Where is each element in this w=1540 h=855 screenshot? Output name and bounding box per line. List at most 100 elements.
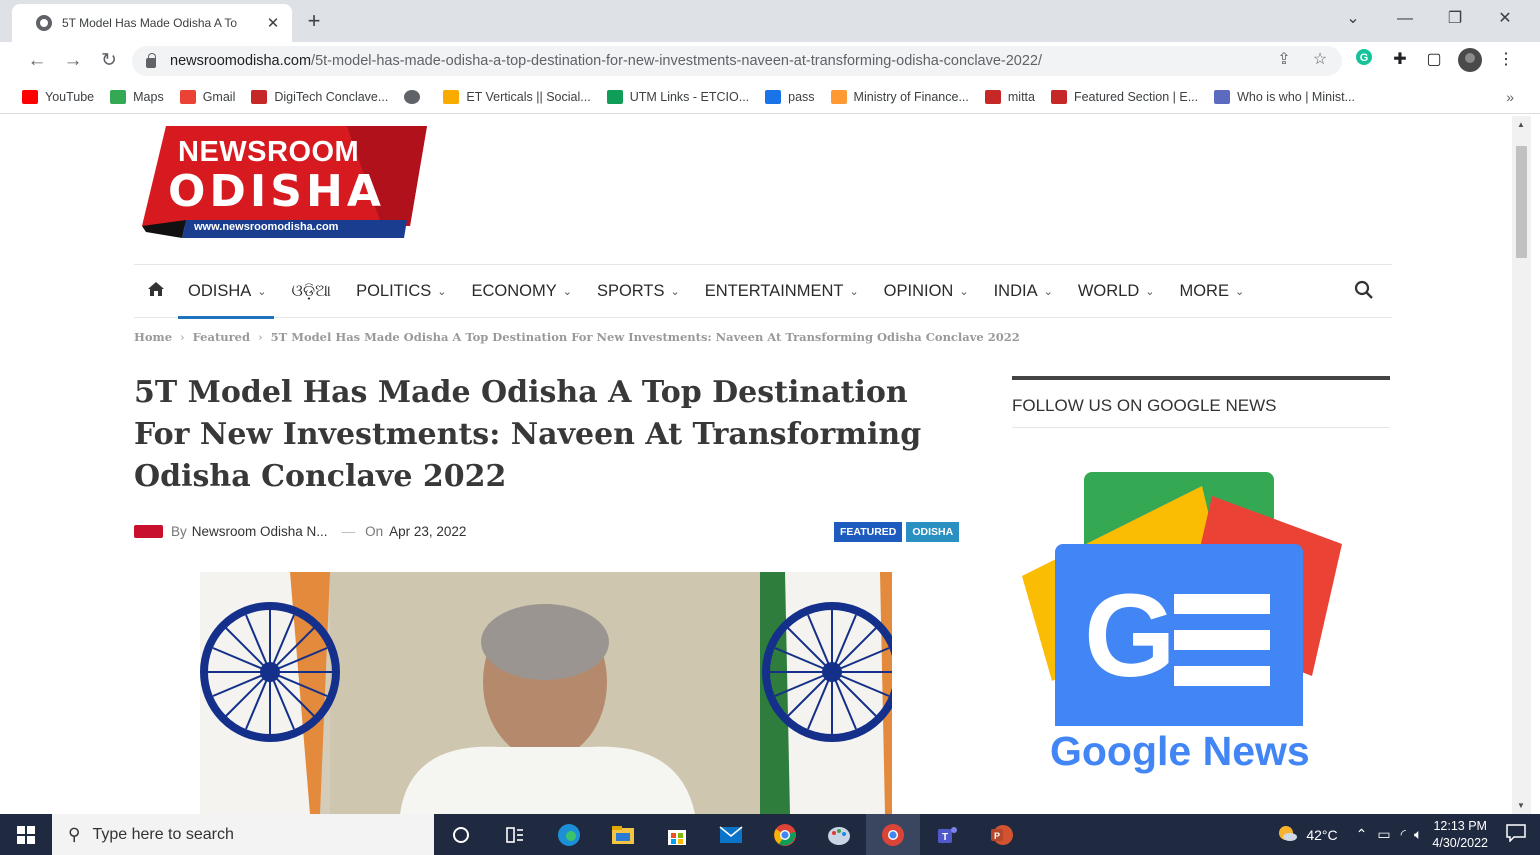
chevron-down-icon: ⌄ [959, 285, 969, 298]
close-window-button[interactable]: ✕ [1482, 0, 1528, 38]
side-panel-icon[interactable]: ▢ [1422, 48, 1446, 72]
bookmark-item[interactable]: Who is who | Minist... [1214, 89, 1355, 104]
show-hidden-icons-chevron-icon[interactable]: ⌃ [1356, 826, 1368, 843]
bookmark-item[interactable]: mitta [984, 89, 1035, 104]
bookmark-favicon-icon [765, 89, 782, 104]
bookmark-item[interactable]: UTM Links - ETCIO... [606, 89, 749, 104]
bookmark-item[interactable]: Ministry of Finance... [830, 89, 969, 104]
reload-button[interactable]: ↻ [96, 48, 122, 74]
system-clock[interactable]: 12:13 PM 4/30/2022 [1432, 818, 1488, 852]
task-view-icon[interactable] [488, 814, 542, 855]
svg-text:P: P [994, 831, 1000, 841]
bookmark-item[interactable] [404, 89, 427, 104]
category-badges: FEATURED ODISHA [834, 522, 963, 542]
breadcrumb-featured[interactable]: Featured [193, 330, 250, 344]
notification-center-icon[interactable] [1506, 824, 1526, 845]
forward-button[interactable]: → [60, 48, 86, 74]
bookmark-item[interactable]: Gmail [179, 89, 235, 104]
web-page: NEWSROOM ODISHA www.newsroomodisha.com O… [12, 116, 1512, 814]
taskbar-search-box[interactable]: ⚲ Type here to search [52, 814, 434, 855]
site-logo[interactable]: NEWSROOM ODISHA www.newsroomodisha.com [142, 126, 427, 238]
google-news-wordmark: Google News [1050, 728, 1310, 775]
nav-item[interactable]: OPINION ⌄ [884, 264, 969, 318]
tab-close-button[interactable]: ✕ [264, 14, 282, 32]
chrome-menu-icon[interactable]: ⋮ [1494, 48, 1518, 72]
grammarly-extension-icon[interactable]: G [1352, 48, 1376, 72]
address-bar[interactable]: newsroomodisha.com/5t-model-has-made-odi… [132, 46, 1342, 76]
clock-date: 4/30/2022 [1432, 835, 1488, 850]
bookmark-item[interactable]: ET Verticals || Social... [443, 89, 591, 104]
publish-date: Apr 23, 2022 [389, 524, 467, 539]
minimize-button[interactable]: — [1382, 0, 1428, 38]
bookmark-item[interactable]: pass [765, 89, 815, 104]
microsoft-store-icon[interactable] [650, 814, 704, 855]
chevron-down-icon: ⌄ [437, 285, 447, 298]
tab-search-button[interactable]: ⌄ [1330, 0, 1376, 38]
system-tray: 42°C ⌃ ▭ ◜ 🔈︎ 12:13 PM 4/30/2022 [1276, 814, 1540, 855]
profile-avatar[interactable] [1458, 48, 1482, 72]
bookmark-item[interactable]: Featured Section | E... [1050, 89, 1198, 104]
breadcrumb-home[interactable]: Home [134, 330, 172, 344]
teams-icon[interactable]: T [920, 814, 974, 855]
author-avatar[interactable] [134, 525, 163, 538]
search-icon[interactable] [1354, 280, 1376, 302]
chevron-down-icon: ⌄ [562, 285, 572, 298]
back-button[interactable]: ← [24, 48, 50, 74]
nav-item[interactable]: ENTERTAINMENT ⌄ [705, 264, 859, 318]
bookmark-favicon-icon [110, 89, 127, 104]
bookmark-item[interactable]: YouTube [22, 89, 94, 104]
paint-app-icon[interactable] [812, 814, 866, 855]
weather-icon[interactable] [1276, 823, 1298, 846]
bookmark-star-icon[interactable]: ☆ [1308, 48, 1332, 72]
scrollbar-thumb[interactable] [1516, 146, 1527, 258]
restore-button[interactable]: ❐ [1432, 0, 1478, 38]
logo-text-newsroom: NEWSROOM [178, 136, 360, 168]
lock-icon[interactable] [146, 53, 156, 68]
category-badge[interactable]: FEATURED [834, 522, 903, 542]
nav-item[interactable]: MORE ⌄ [1179, 264, 1244, 318]
home-icon[interactable] [148, 281, 188, 301]
nav-item[interactable]: SPORTS ⌄ [597, 264, 680, 318]
scroll-down-arrow[interactable]: ▼ [1517, 801, 1525, 810]
bookmark-item[interactable]: DigiTech Conclave... [251, 89, 388, 104]
file-explorer-icon[interactable] [596, 814, 650, 855]
weather-temperature[interactable]: 42°C [1306, 827, 1337, 843]
chevron-down-icon: ⌄ [1234, 285, 1245, 298]
volume-icon[interactable]: 🔈︎ [1414, 826, 1422, 843]
url-path: /5t-model-has-made-odisha-a-top-destinat… [311, 53, 1043, 69]
nav-item-label: ECONOMY [471, 281, 557, 300]
mail-icon[interactable] [704, 814, 758, 855]
nav-item[interactable]: ODISHA ⌄ [177, 264, 276, 319]
nav-item-label: ODISHA [188, 281, 252, 300]
windows-start-button[interactable] [0, 814, 52, 855]
bookmark-label: Maps [133, 89, 164, 104]
category-badge[interactable]: ODISHA [906, 522, 960, 542]
share-icon[interactable]: ⇪ [1272, 48, 1296, 72]
battery-icon[interactable]: ▭ [1377, 826, 1390, 843]
powerpoint-icon[interactable]: P [974, 814, 1028, 855]
author-name[interactable]: Newsroom Odisha N... [192, 524, 328, 539]
scroll-up-arrow[interactable]: ▲ [1517, 120, 1525, 129]
bookmark-favicon-icon [830, 89, 847, 104]
nav-item[interactable]: WORLD ⌄ [1078, 264, 1155, 318]
wifi-icon[interactable]: ◜ [1401, 826, 1406, 843]
chrome-icon[interactable] [758, 814, 812, 855]
chrome-profile-icon[interactable] [866, 814, 920, 855]
cortana-icon[interactable] [434, 814, 488, 855]
page-scrollbar[interactable]: ▲ ▼ [1512, 116, 1531, 814]
nav-item[interactable]: ଓଡ଼ିଆ [291, 264, 331, 318]
new-tab-button[interactable]: + [300, 8, 328, 36]
tab-strip: 5T Model Has Made Odisha A To ✕ + ⌄ — ❐ … [0, 0, 1540, 42]
extensions-puzzle-icon[interactable]: ✚ [1388, 48, 1412, 72]
google-news-badge[interactable]: G Google News [1012, 466, 1352, 786]
chevron-down-icon: ⌄ [849, 285, 859, 298]
logo-url-text: www.newsroomodisha.com [194, 221, 339, 233]
browser-tab[interactable]: 5T Model Has Made Odisha A To ✕ [12, 4, 292, 42]
edge-browser-icon[interactable] [542, 814, 596, 855]
bookmark-favicon-icon [1050, 89, 1067, 104]
nav-item[interactable]: ECONOMY ⌄ [471, 264, 571, 318]
bookmark-item[interactable]: Maps [110, 89, 164, 104]
bookmarks-overflow-button[interactable]: » [1506, 89, 1514, 105]
nav-item[interactable]: POLITICS ⌄ [356, 264, 446, 318]
nav-item[interactable]: INDIA ⌄ [994, 264, 1053, 318]
